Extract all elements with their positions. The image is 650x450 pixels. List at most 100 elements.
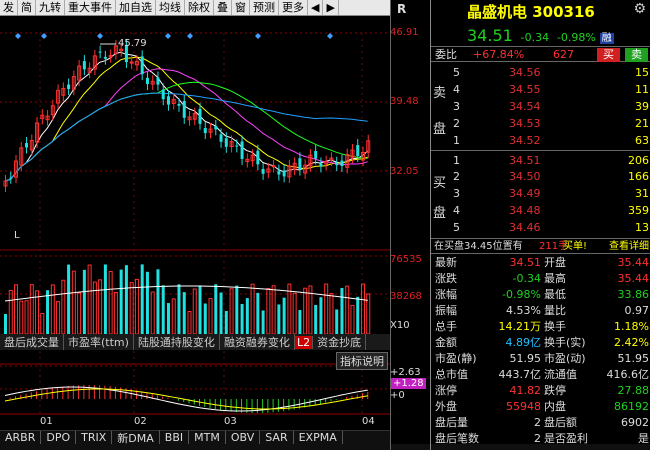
chart-toolbar: 发 简 九转 重大事件 加自选 均线 除权 叠 窗 预测 更多 ◀ ▶ [0,0,390,16]
volume-bar [235,285,239,334]
event-diamond-icon [255,33,261,39]
triangle-left-icon[interactable]: ◀ [308,0,324,15]
volume-bar [77,292,82,335]
toolbar-btn-window[interactable]: 窗 [232,0,250,15]
stat-row: 涨跌 -0.34 最高 35.44 [431,271,650,287]
volume-bar [350,304,355,335]
volume-bar [345,285,350,335]
view-detail-link[interactable]: 查看详细 [609,239,649,255]
bid-row[interactable]: 5 34.46 13 [431,220,650,236]
price-change: -0.34 [520,31,550,44]
candle-body [314,151,318,159]
candle-body [271,165,276,168]
toolbar-btn-ma[interactable]: 均线 [156,0,185,15]
toolbar-btn-overlay[interactable]: 叠 [214,0,232,15]
price-change-pct: -0.98% [556,31,596,44]
tab-arbr[interactable]: ARBR [0,431,42,444]
volume-bar [329,293,334,335]
volume-bar [177,284,181,334]
sell-button[interactable]: 卖 [625,48,648,62]
volume-bar [87,264,92,335]
event-diamond-icon [187,33,193,39]
subtab-margin[interactable]: 融资融券变化 [220,334,295,350]
tab-expma[interactable]: EXPMA [294,431,343,444]
stat-row: 涨幅 -0.98% 最低 33.86 [431,287,650,303]
toolbar-btn-more[interactable]: 更多 [279,0,308,15]
bid-row[interactable]: 3 34.49 31 [431,186,650,202]
candle-body [9,177,13,179]
low-price-marker: L [14,230,20,241]
candle-body [82,61,86,70]
toolbar-btn-forecast[interactable]: 预测 [250,0,279,15]
volume-bar [156,269,160,334]
gear-icon[interactable]: ⚙ [633,1,646,17]
weicha-value: 627 [553,48,574,61]
stat-value: 4.53% [506,304,541,317]
stat-label: 流通值 [544,368,577,381]
bid-row[interactable]: 1 34.51 206 [431,153,650,169]
stat-label: 涨幅 [435,288,457,301]
toolbar-btn-exright[interactable]: 除权 [185,0,214,15]
toolbar-btn-events[interactable]: 重大事件 [65,0,116,15]
ask-row[interactable]: 5 34.56 15 [431,65,650,81]
tab-sar[interactable]: SAR [260,431,294,444]
stat-value: 0.97 [624,304,650,317]
candle-body [198,108,202,124]
volume-bar [140,264,144,334]
candle-body [356,145,360,157]
volume-bar [282,297,286,334]
bid-row[interactable]: 2 34.50 166 [431,169,650,185]
triangle-right-icon[interactable]: ▶ [323,0,339,15]
event-diamond-icon [41,33,47,39]
stat-row: 总市值 443.7亿 流通值 416.6亿 [431,367,650,383]
volume-bar [277,304,281,334]
ask-row[interactable]: 1 34.52 63 [431,133,650,149]
volume-bar [224,310,228,334]
toolbar-btn-fa[interactable]: 发 [0,0,18,15]
toolbar-btn-jian[interactable]: 简 [18,0,36,15]
volume-bar [150,291,155,335]
ask-row[interactable]: 4 34.55 11 [431,82,650,98]
tab-mtm[interactable]: MTM [189,431,226,444]
ma-line [4,92,368,182]
subtab-northbound[interactable]: 陆股通持股变化 [134,334,220,350]
indicator-tab-bar: ARBR DPO TRIX 新DMA BBI MTM OBV SAR EXPMA [0,429,390,446]
tab-trix[interactable]: TRIX [76,431,113,444]
tab-dpo[interactable]: DPO [41,431,77,444]
orderbook-divider [431,150,650,151]
volume-bar [103,264,107,334]
buy-button[interactable]: 买 [597,48,620,62]
stat-value: 443.7亿 [498,368,542,381]
ma-line [4,51,369,182]
tab-bbi[interactable]: BBI [160,431,190,444]
bid-row[interactable]: 4 34.48 359 [431,203,650,219]
volume-bar [298,309,302,334]
price-line: 34.51 -0.34 -0.98% 融 [467,26,614,45]
subtab-l2-badge[interactable]: L2 [294,335,314,349]
tab-obv[interactable]: OBV [226,431,261,444]
stat-label: 跌停 [544,384,566,397]
event-markers [15,33,333,39]
stat-value: 35.44 [617,256,650,269]
volume-bar [82,269,86,334]
toolbar-btn-jiuzhuan[interactable]: 九转 [36,0,65,15]
toolbar-btn-add-watch[interactable]: 加自选 [116,0,156,15]
candle-body [67,84,71,90]
subtab-after-hours-volume[interactable]: 盘后成交量 [0,334,64,350]
ask-row[interactable]: 3 34.54 39 [431,99,650,115]
candle-body [261,168,265,174]
ask-row[interactable]: 2 34.53 21 [431,116,650,132]
volume-bar [56,301,61,335]
subtab-pe-ttm[interactable]: 市盈率(ttm) [64,334,134,350]
indicator-help-button[interactable]: 指标说明 [336,352,388,370]
subtab-bottom-fishing[interactable]: 资金抄底 [313,334,367,350]
kline-chart[interactable]: 45.79 L [0,16,390,430]
stock-name: 晶盛机电 [467,3,528,21]
volume-bar [214,284,218,334]
stat-value: 33.86 [617,288,650,301]
volume-bar [98,279,103,335]
volume-bar [229,288,234,335]
volume-bar [29,284,34,335]
stat-value: -0.34 [512,272,541,285]
volume-bar [203,303,207,334]
